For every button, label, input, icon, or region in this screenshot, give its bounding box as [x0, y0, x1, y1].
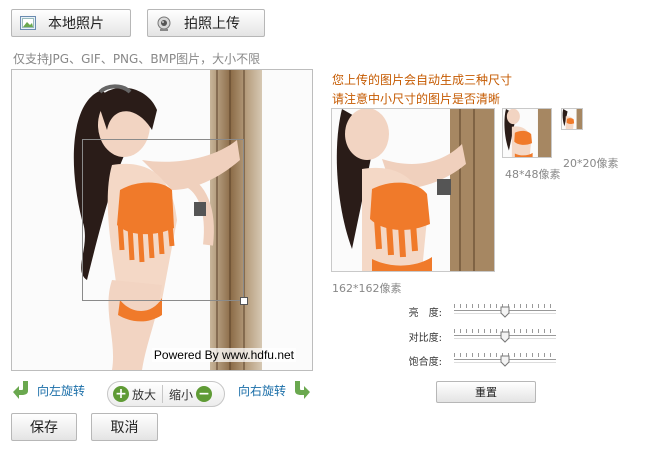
saturation-row: 饱合度: [392, 352, 556, 368]
preview-large-caption: 162*162像素 [332, 282, 402, 295]
rotate-right-label: 向右旋转 [238, 383, 287, 398]
contrast-slider[interactable] [454, 328, 556, 343]
watermark-text: Powered By www.hdfu.net [151, 348, 296, 362]
zoom-divider [162, 385, 164, 403]
image-icon [20, 16, 36, 30]
saturation-label: 饱合度: [408, 357, 442, 368]
preview-medium [502, 108, 552, 158]
preview-small-caption: 20*20像素 [563, 157, 619, 170]
brightness-row: 亮 度: [392, 303, 556, 319]
preview-medium-caption: 48*48像素 [505, 168, 561, 181]
reset-button[interactable]: 重置 [436, 381, 536, 403]
brightness-slider[interactable] [454, 303, 556, 318]
contrast-label: 对比度: [408, 333, 442, 344]
zoom-control: + 放大 缩小 − [107, 381, 225, 407]
local-photo-label: 本地照片 [48, 16, 104, 32]
contrast-thumb[interactable] [500, 331, 510, 343]
crop-resize-handle[interactable] [240, 297, 248, 305]
zoom-in-icon[interactable]: + [113, 386, 129, 402]
zoom-in-button[interactable]: 放大 [132, 386, 156, 403]
cancel-button[interactable]: 取消 [91, 413, 158, 441]
rotate-right-control[interactable]: 向右旋转 [238, 379, 311, 401]
rotate-left-label: 向左旋转 [37, 383, 86, 398]
size-note: 您上传的图片会自动生成三种尺寸 [332, 73, 513, 87]
brightness-thumb[interactable] [500, 306, 510, 318]
webcam-icon [156, 16, 172, 31]
brightness-label: 亮 度: [408, 308, 442, 319]
contrast-row: 对比度: [392, 328, 556, 344]
rotate-left-icon [12, 379, 32, 401]
rotate-right-icon [291, 379, 311, 401]
saturation-thumb[interactable] [500, 355, 510, 367]
crop-canvas[interactable]: Powered By www.hdfu.net [11, 69, 313, 371]
format-hint: 仅支持JPG、GIF、PNG、BMP图片，大小不限 [13, 52, 261, 66]
save-button[interactable]: 保存 [11, 413, 77, 441]
local-photo-button[interactable]: 本地照片 [11, 9, 131, 37]
camera-upload-label: 拍照上传 [184, 16, 240, 32]
preview-large [331, 108, 495, 272]
clarity-note: 请注意中小尺寸的图片是否清晰 [332, 92, 501, 106]
crop-selection[interactable] [82, 139, 248, 305]
saturation-slider[interactable] [454, 352, 556, 367]
zoom-out-icon[interactable]: − [196, 386, 213, 402]
zoom-out-button[interactable]: 缩小 [169, 386, 193, 403]
preview-small [561, 108, 583, 130]
rotate-left-control[interactable]: 向左旋转 [12, 379, 85, 401]
camera-upload-button[interactable]: 拍照上传 [147, 9, 265, 37]
